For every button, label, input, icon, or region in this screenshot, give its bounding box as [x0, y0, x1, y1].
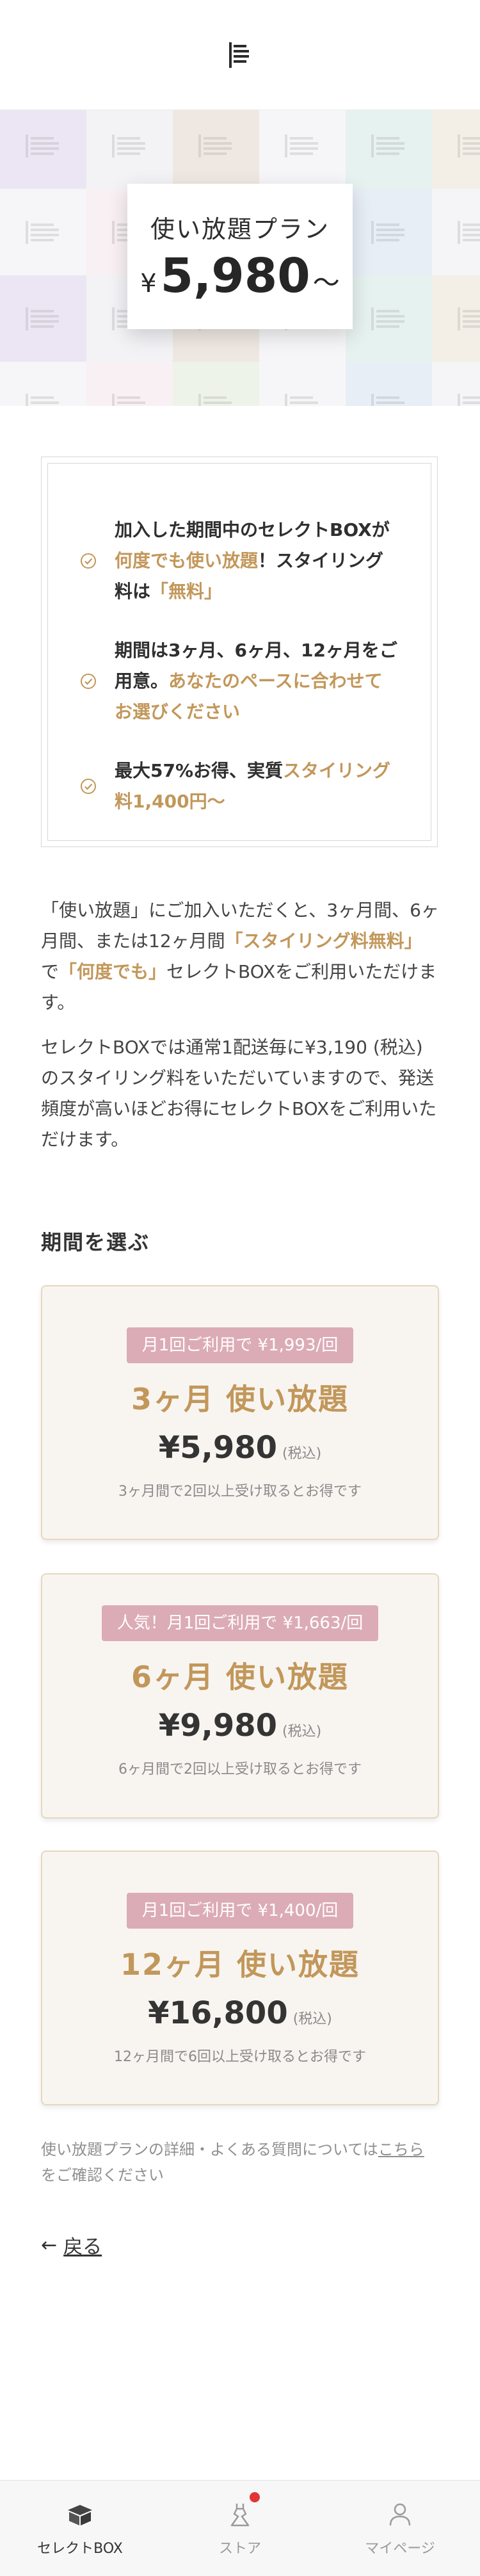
- check-circle-icon: [81, 779, 96, 794]
- hero-mosaic-tile: [0, 110, 86, 189]
- option-note: 6ヶ月間で2回以上受け取るとお得です: [118, 1762, 362, 1778]
- plan-price: ¥5,980～: [127, 252, 353, 300]
- arrow-left-icon: ←: [41, 2233, 58, 2256]
- nav-label: セレクトBOX: [37, 2540, 123, 2557]
- benefit-text: 期間は3ヶ月、6ヶ月、12ヶ月をご用意。あなたのペースに合わせてお選びください: [115, 640, 397, 722]
- hero-mosaic-tile: [86, 362, 173, 406]
- dress-icon: [230, 2503, 250, 2526]
- hero-mosaic-tile: [346, 189, 432, 275]
- option-note: 12ヶ月間で6回以上受け取るとお得です: [114, 2049, 366, 2065]
- option-price: ¥9,980 (税込): [158, 1708, 322, 1744]
- price-per-use-badge: 月1回ご利用で ¥1,400/回: [126, 1893, 354, 1929]
- hero-mosaic-tile: [432, 275, 480, 362]
- price-value: 5,980: [160, 248, 310, 304]
- nav-label: ストア: [218, 2540, 261, 2557]
- user-icon: [389, 2503, 411, 2525]
- option-price: ¥16,800 (税込): [148, 1995, 332, 2031]
- hero-mosaic-tile: [346, 110, 432, 189]
- hero-mosaic-tile: [346, 275, 432, 362]
- price-suffix: ～: [312, 267, 340, 298]
- benefit-item: 最大57%お得、実質スタイリング料1,400円～: [80, 756, 399, 817]
- back-label: 戻る: [63, 2236, 102, 2258]
- hero-banner: 使い放題プラン ¥5,980～: [0, 110, 480, 406]
- plan-option-6-months[interactable]: 人気！月1回ご利用で ¥1,663/回 6ヶ月 使い放題 ¥9,980 (税込) …: [41, 1573, 439, 1819]
- hero-mosaic-tile: [432, 110, 480, 189]
- brand-logo-icon[interactable]: [229, 41, 251, 69]
- option-title: 12ヶ月 使い放題: [120, 1947, 360, 1982]
- box-icon: [68, 2504, 92, 2525]
- hero-mosaic-tile: [0, 189, 86, 275]
- hero-mosaic-tile: [432, 189, 480, 275]
- price-symbol: ¥: [140, 269, 157, 298]
- faq-link[interactable]: こちら: [378, 2141, 424, 2159]
- hero-mosaic-tile: [432, 362, 480, 406]
- hero-mosaic-tile: [86, 110, 173, 189]
- benefit-item: 期間は3ヶ月、6ヶ月、12ヶ月をご用意。あなたのペースに合わせてお選びください: [80, 635, 399, 727]
- option-title: 3ヶ月 使い放題: [131, 1382, 349, 1416]
- benefit-item: 加入した期間中のセレクトBOXが何度でも使い放題！スタイリング料は「無料」: [80, 515, 399, 607]
- plan-option-3-months[interactable]: 月1回ご利用で ¥1,993/回 3ヶ月 使い放題 ¥5,980 (税込) 3ヶ月…: [41, 1285, 439, 1540]
- hero-mosaic-tile: [0, 275, 86, 362]
- check-circle-icon: [81, 553, 96, 569]
- back-link[interactable]: ← 戻る: [41, 2231, 102, 2259]
- description-paragraph-2: セレクトBOXでは通常1配送毎に¥3,190 (税込)のスタイリング料をいただい…: [41, 1037, 437, 1150]
- nav-item-select-box[interactable]: セレクトBOX: [0, 2481, 160, 2576]
- hero-mosaic-tile: [173, 362, 259, 406]
- hero-mosaic-tile: [0, 362, 86, 406]
- nav-label: マイページ: [365, 2540, 435, 2557]
- benefits-list: 加入した期間中のセレクトBOXが何度でも使い放題！スタイリング料は「無料」 期間は…: [47, 463, 431, 841]
- option-note: 3ヶ月間で2回以上受け取るとお得です: [118, 1484, 362, 1500]
- hero-mosaic-tile: [259, 110, 346, 189]
- benefits-box: 加入した期間中のセレクトBOXが何度でも使い放題！スタイリング料は「無料」 期間は…: [41, 457, 438, 847]
- notification-dot: [250, 2492, 260, 2502]
- app-header: [0, 0, 480, 110]
- description-paragraph-1: 「使い放題」にご加入いただくと、3ヶ月間、6ヶ月間、または12ヶ月間「スタイリン…: [41, 900, 439, 1013]
- plan-title: 使い放題プラン: [150, 215, 330, 243]
- hero-mosaic-tile: [259, 362, 346, 406]
- price-per-use-badge: 人気！月1回ご利用で ¥1,663/回: [101, 1605, 379, 1641]
- hero-mosaic-tile: [346, 362, 432, 406]
- price-per-use-badge: 月1回ご利用で ¥1,993/回: [126, 1327, 354, 1363]
- benefit-text: 加入した期間中のセレクトBOXが何度でも使い放題！スタイリング料は「無料」: [115, 519, 390, 602]
- benefit-text: 最大57%お得、実質スタイリング料1,400円～: [115, 760, 391, 812]
- bottom-navigation: セレクトBOX ストア マイページ: [0, 2480, 480, 2576]
- nav-item-mypage[interactable]: マイページ: [320, 2481, 480, 2576]
- section-title: 期間を選ぶ: [41, 1230, 150, 1254]
- plan-option-12-months[interactable]: 月1回ご利用で ¥1,400/回 12ヶ月 使い放題 ¥16,800 (税込) 1…: [41, 1851, 439, 2105]
- hero-mosaic-tile: [173, 110, 259, 189]
- option-price: ¥5,980 (税込): [158, 1430, 322, 1466]
- option-title: 6ヶ月 使い放題: [131, 1660, 349, 1694]
- check-circle-icon: [81, 674, 96, 689]
- plan-summary-card: 使い放題プラン ¥5,980～: [127, 184, 353, 329]
- faq-footnote: 使い放題プランの詳細・よくある質問についてはこちらをご確認ください: [41, 2141, 424, 2184]
- nav-item-store[interactable]: ストア: [160, 2481, 320, 2576]
